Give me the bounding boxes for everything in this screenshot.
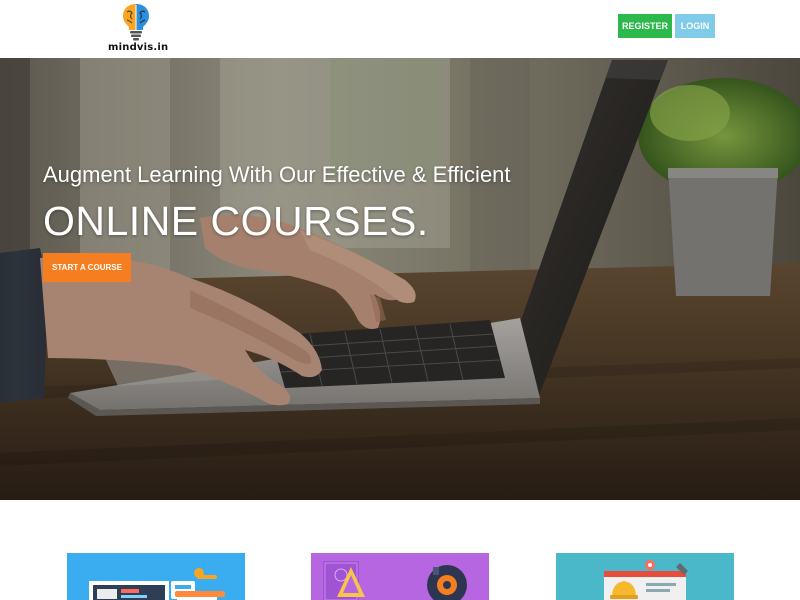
feature-card-2[interactable] — [311, 553, 489, 600]
engineering-helmet-icon — [604, 560, 688, 600]
feature-card-1[interactable] — [67, 553, 245, 600]
brain-lightbulb-icon — [123, 4, 149, 41]
logo-text: mindvis.in — [108, 42, 169, 53]
login-button[interactable]: LOGIN — [675, 14, 715, 38]
hero-headline: ONLINE COURSES. — [43, 198, 429, 244]
hero-tagline: Augment Learning With Our Effective & Ef… — [43, 162, 511, 187]
site-logo[interactable]: mindvis.in — [108, 2, 169, 56]
start-course-button[interactable]: START A COURSE — [43, 253, 131, 282]
presentation-screen-icon — [89, 568, 225, 600]
site-header: mindvis.in REGISTER LOGIN — [0, 0, 800, 58]
hero-banner: Augment Learning With Our Effective & Ef… — [0, 58, 800, 500]
design-tools-icon — [323, 561, 467, 600]
feature-card-3[interactable] — [556, 553, 734, 600]
register-button[interactable]: REGISTER — [618, 14, 672, 38]
features-section — [0, 500, 800, 600]
